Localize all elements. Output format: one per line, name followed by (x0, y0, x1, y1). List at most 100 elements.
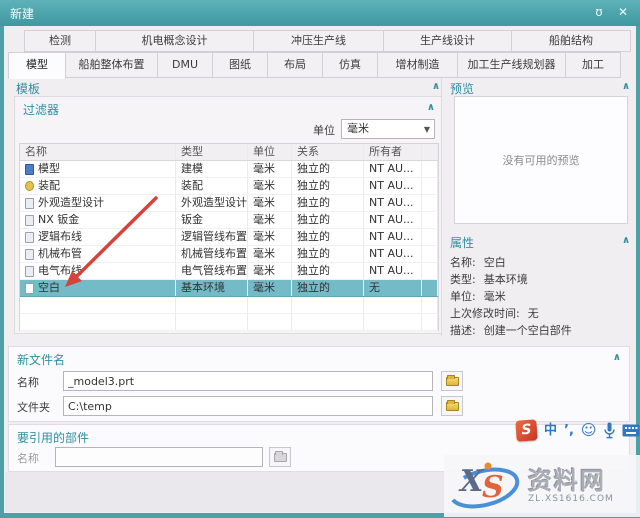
table-row[interactable]: NX 钣金 钣金 毫米 独立的 NT AU... (20, 212, 438, 229)
chevron-down-icon: ▼ (424, 121, 430, 139)
col-header-relationship[interactable]: 关系 (292, 144, 364, 160)
close-icon[interactable]: ✕ (614, 4, 632, 22)
electrical-routing-icon (25, 266, 34, 277)
empty-row (20, 297, 438, 314)
cell-owner: NT AU... (364, 195, 422, 211)
folder-label: 文件夹 (17, 399, 50, 415)
browse-name-button[interactable] (441, 371, 463, 391)
col-header-units[interactable]: 单位 (248, 144, 292, 160)
cell-name: 装配 (38, 178, 60, 194)
watermark-x: X (460, 464, 483, 499)
cell-relationship: 独立的 (292, 263, 364, 279)
table-row[interactable]: 外观造型设计 外观造型设计 毫米 独立的 NT AU... (20, 195, 438, 212)
property-value: 创建一个空白部件 (484, 324, 572, 337)
table-row[interactable]: 模型 建模 毫米 独立的 NT AU... (20, 161, 438, 178)
tab-row-lower: 模型 船舶整体布置 DMU 图纸 布局 仿真 增材制造 加工生产线规划器 加工 (8, 52, 624, 78)
folder-path-input[interactable] (63, 396, 433, 416)
new-file-section: 新文件名 ∧ 名称 文件夹 (8, 346, 630, 422)
table-row[interactable]: 电气布线 电气管线布置 毫米 独立的 NT AU... (20, 263, 438, 280)
mechanical-routing-icon (25, 249, 34, 260)
cell-relationship: 独立的 (292, 246, 364, 262)
col-header-owner[interactable]: 所有者 (364, 144, 422, 160)
cell-relationship: 独立的 (292, 178, 364, 194)
property-value: 无 (528, 307, 539, 320)
cell-owner: NT AU... (364, 229, 422, 245)
tab-inspection[interactable]: 检测 (24, 30, 96, 52)
chevron-up-icon[interactable]: ∧ (427, 102, 435, 113)
browse-folder-button[interactable] (441, 396, 463, 416)
cell-type: 建模 (176, 161, 248, 177)
preview-empty-text: 没有可用的预览 (503, 152, 580, 168)
watermark-s: S (482, 470, 504, 505)
tab-ship-arrangement[interactable]: 船舶整体布置 (66, 52, 158, 78)
chevron-up-icon[interactable]: ∧ (432, 81, 440, 92)
cell-name: NX 钣金 (38, 212, 79, 228)
property-row: 单位:毫米 (450, 288, 630, 305)
file-name-label: 名称 (17, 374, 39, 390)
col-header-type[interactable]: 类型 (176, 144, 248, 160)
column-divider (441, 78, 442, 336)
chevron-up-icon[interactable]: ∧ (622, 81, 630, 92)
tab-layout[interactable]: 布局 (268, 52, 323, 78)
tab-machining[interactable]: 加工 (566, 52, 621, 78)
cell-units: 毫米 (248, 229, 292, 245)
col-header-name[interactable]: 名称 (20, 144, 176, 160)
cell-name: 电气布线 (38, 263, 82, 279)
templates-group: 过滤器 ∧ 单位 毫米 ▼ 名称 类型 单位 关系 所有者 (14, 96, 442, 334)
filter-section-title: 过滤器 (23, 101, 59, 118)
tab-mechatronics-concept[interactable]: 机电概念设计 (96, 30, 254, 52)
folder-icon (446, 402, 459, 411)
sogou-logo-icon[interactable]: S (515, 419, 537, 441)
table-row[interactable]: 装配 装配 毫米 独立的 NT AU... (20, 178, 438, 195)
tab-dmu[interactable]: DMU (158, 52, 213, 78)
microphone-icon[interactable] (604, 422, 615, 439)
tab-row-upper: 检测 机电概念设计 冲压生产线 生产线设计 船舶结构 (24, 30, 632, 52)
cell-name: 空白 (38, 280, 60, 296)
reference-part-section-title: 要引用的部件 (17, 429, 89, 446)
sheet-metal-icon (25, 215, 34, 226)
units-dropdown[interactable]: 毫米 ▼ (341, 119, 435, 139)
cell-type: 电气管线布置 (176, 263, 248, 279)
titlebar[interactable]: 新建 ʊ ✕ (0, 0, 640, 26)
reference-name-input[interactable] (55, 447, 263, 467)
cell-units: 毫米 (248, 195, 292, 211)
chevron-up-icon[interactable]: ∧ (622, 235, 630, 246)
cell-type: 装配 (176, 178, 248, 194)
preview-section-title: 预览 (450, 80, 474, 97)
part-icon (25, 164, 34, 175)
cell-name: 模型 (38, 161, 60, 177)
punctuation-icon[interactable]: ’, (564, 420, 574, 441)
shape-studio-icon (25, 198, 34, 209)
keyboard-icon[interactable] (622, 424, 640, 437)
property-label: 描述: (450, 324, 476, 337)
templates-section-title: 模板 (16, 80, 40, 97)
table-row[interactable]: 机械布管 机械管线布置 毫米 独立的 NT AU... (20, 246, 438, 263)
property-label: 上次修改时间: (450, 307, 520, 320)
tab-simulation[interactable]: 仿真 (323, 52, 378, 78)
tab-ship-structure[interactable]: 船舶结构 (512, 30, 631, 52)
property-label: 类型: (450, 273, 476, 286)
tab-additive-manufacturing[interactable]: 增材制造 (378, 52, 458, 78)
tab-production-line-design[interactable]: 生产线设计 (384, 30, 512, 52)
chevron-up-icon[interactable]: ∧ (613, 352, 621, 363)
file-name-input[interactable] (63, 371, 433, 391)
tab-model[interactable]: 模型 (8, 52, 66, 79)
units-row: 单位 毫米 ▼ (205, 119, 435, 139)
cell-relationship: 独立的 (292, 161, 364, 177)
cell-owner: NT AU... (364, 263, 422, 279)
blank-page-icon (25, 283, 34, 294)
property-row: 名称:空白 (450, 254, 630, 271)
tab-drawing[interactable]: 图纸 (213, 52, 268, 78)
cell-type: 逻辑管线布置 (176, 229, 248, 245)
ime-toolbar: S 中 ’, ☺ (516, 417, 640, 443)
table-row-selected[interactable]: 空白 基本环境 毫米 独立的 无 (20, 280, 438, 297)
help-icon[interactable]: ʊ (590, 4, 608, 22)
tab-line-planner[interactable]: 加工生产线规划器 (458, 52, 566, 78)
chinese-mode-icon[interactable]: 中 (544, 420, 557, 441)
cell-name: 机械布管 (38, 246, 82, 262)
cell-units: 毫米 (248, 178, 292, 194)
emoji-icon[interactable]: ☺ (581, 420, 597, 441)
cell-units: 毫米 (248, 280, 292, 296)
tab-stamping-line[interactable]: 冲压生产线 (254, 30, 384, 52)
table-row[interactable]: 逻辑布线 逻辑管线布置 毫米 独立的 NT AU... (20, 229, 438, 246)
